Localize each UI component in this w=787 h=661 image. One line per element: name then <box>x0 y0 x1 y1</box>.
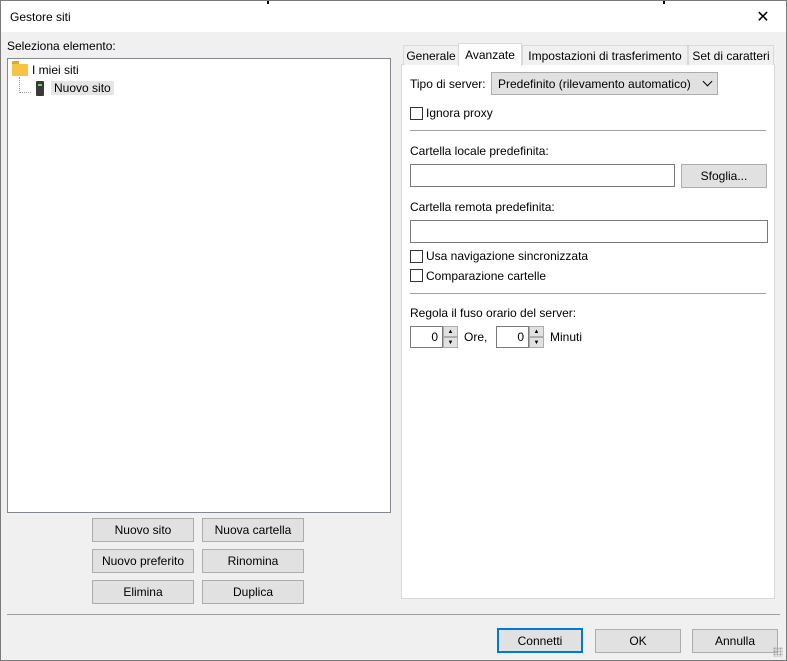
tree-item-label: I miei siti <box>32 63 79 77</box>
spin-up-icon[interactable]: ▲ <box>443 326 458 337</box>
close-button[interactable]: ✕ <box>740 1 786 32</box>
tree-connector <box>19 92 31 93</box>
dir-comparison-label: Comparazione cartelle <box>426 269 547 283</box>
select-entry-label: Seleziona elemento: <box>7 39 116 53</box>
tree-connector <box>19 77 20 93</box>
server-type-value: Predefinito (rilevamento automatico) <box>498 76 691 91</box>
browse-button[interactable]: Sfoglia... <box>681 164 767 188</box>
top-edge-mark <box>267 1 269 4</box>
hours-spin-buttons[interactable]: ▲ ▼ <box>443 326 458 348</box>
top-edge-mark <box>663 1 665 4</box>
minutes-spin-buttons[interactable]: ▲ ▼ <box>529 326 544 348</box>
resize-grip-icon[interactable] <box>773 647 783 657</box>
server-icon <box>36 80 44 96</box>
tree-item-new-site[interactable]: Nuovo sito <box>36 79 114 97</box>
minutes-label: Minuti <box>550 330 583 344</box>
new-site-button[interactable]: Nuovo sito <box>92 518 194 542</box>
spin-down-icon[interactable]: ▼ <box>443 337 458 348</box>
cancel-button[interactable]: Annulla <box>692 629 778 653</box>
timezone-label: Regola il fuso orario del server: <box>410 306 577 320</box>
hours-spinner[interactable]: 0 <box>410 326 443 348</box>
close-icon: ✕ <box>756 8 770 26</box>
remote-folder-label: Cartella remota predefinita: <box>410 200 555 214</box>
tab-advanced[interactable]: Avanzate <box>458 43 522 66</box>
hours-value: 0 <box>431 330 438 344</box>
hours-label: Ore, <box>464 330 488 344</box>
dir-comparison-checkbox[interactable] <box>410 269 423 282</box>
connect-button[interactable]: Connetti <box>497 628 583 653</box>
duplicate-button[interactable]: Duplica <box>202 580 304 604</box>
sync-browsing-label: Usa navigazione sincronizzata <box>426 249 589 263</box>
site-manager-dialog: Gestore siti ✕ Seleziona elemento: I mie… <box>0 0 787 661</box>
separator <box>410 130 766 131</box>
window-title: Gestore siti <box>10 10 71 24</box>
tree-item-my-sites[interactable]: I miei siti <box>12 61 79 79</box>
spin-up-icon[interactable]: ▲ <box>529 326 544 337</box>
server-type-label: Tipo di server: <box>410 77 486 91</box>
minutes-spinner[interactable]: 0 <box>496 326 529 348</box>
separator <box>410 293 766 294</box>
server-type-select[interactable]: Predefinito (rilevamento automatico) <box>491 72 718 95</box>
tree-item-label: Nuovo sito <box>51 81 114 95</box>
local-folder-label: Cartella locale predefinita: <box>410 144 549 158</box>
ignore-proxy-checkbox[interactable] <box>410 107 423 120</box>
new-folder-button[interactable]: Nuova cartella <box>202 518 304 542</box>
site-tree[interactable]: I miei siti Nuovo sito <box>7 58 391 513</box>
tab-charset[interactable]: Set di caratteri <box>688 45 774 65</box>
folder-icon <box>12 61 28 76</box>
spin-down-icon[interactable]: ▼ <box>529 337 544 348</box>
new-bookmark-button[interactable]: Nuovo preferito <box>92 549 194 573</box>
separator <box>7 614 780 615</box>
remote-folder-input[interactable] <box>410 220 768 243</box>
ignore-proxy-label: Ignora proxy <box>426 106 493 120</box>
local-folder-input[interactable] <box>410 164 675 187</box>
sync-browsing-checkbox[interactable] <box>410 250 423 263</box>
ok-button[interactable]: OK <box>595 629 681 653</box>
chevron-down-icon <box>702 76 713 87</box>
tab-transfer-settings[interactable]: Impostazioni di trasferimento <box>522 45 688 65</box>
delete-button[interactable]: Elimina <box>92 580 194 604</box>
tab-general[interactable]: Generale <box>403 45 459 65</box>
title-bar: Gestore siti ✕ <box>1 1 786 32</box>
minutes-value: 0 <box>517 330 524 344</box>
rename-button[interactable]: Rinomina <box>202 549 304 573</box>
